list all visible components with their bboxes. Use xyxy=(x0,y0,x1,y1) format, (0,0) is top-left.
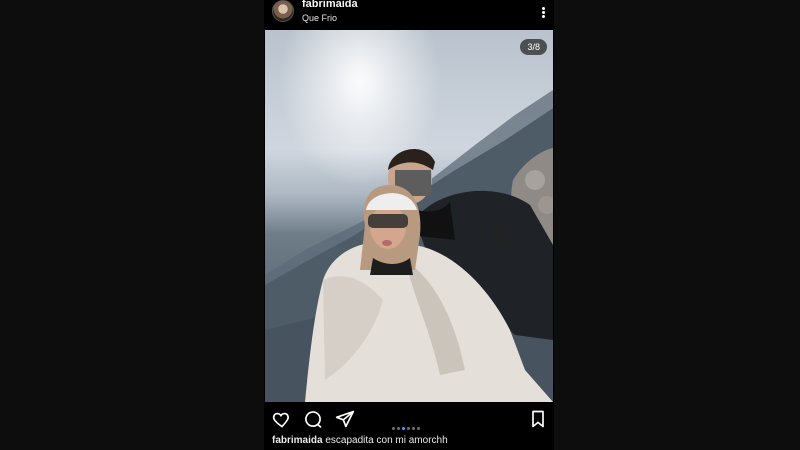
post-caption: fabrimaida escapadita con mi amorchh xyxy=(272,435,448,446)
comment-icon[interactable] xyxy=(303,409,323,429)
send-icon[interactable] xyxy=(335,409,355,429)
post-location[interactable]: Que Frio xyxy=(302,13,337,23)
carousel-dot xyxy=(397,427,400,430)
more-options-icon[interactable] xyxy=(540,6,546,20)
carousel-dot xyxy=(412,427,415,430)
carousel-dot xyxy=(392,427,395,430)
post-photo[interactable]: 3/8 xyxy=(265,30,553,402)
post-username[interactable]: fabrimaida xyxy=(302,0,358,10)
bookmark-icon[interactable] xyxy=(528,409,548,429)
photo-scene xyxy=(265,30,553,402)
heart-icon[interactable] xyxy=(272,409,292,429)
carousel-dot xyxy=(417,427,420,430)
image-counter: 3/8 xyxy=(520,39,547,55)
post-header: fabrimaida Que Frio xyxy=(264,0,554,30)
carousel-dot xyxy=(407,427,410,430)
instagram-post: fabrimaida Que Frio 3/8 fabrimaida escap… xyxy=(264,0,554,450)
carousel-indicator xyxy=(392,417,422,435)
carousel-dot-active xyxy=(402,427,405,430)
caption-username[interactable]: fabrimaida xyxy=(272,435,323,446)
caption-text: escapadita con mi amorchh xyxy=(325,435,448,446)
profile-avatar[interactable] xyxy=(272,0,294,22)
post-actions xyxy=(264,404,554,432)
